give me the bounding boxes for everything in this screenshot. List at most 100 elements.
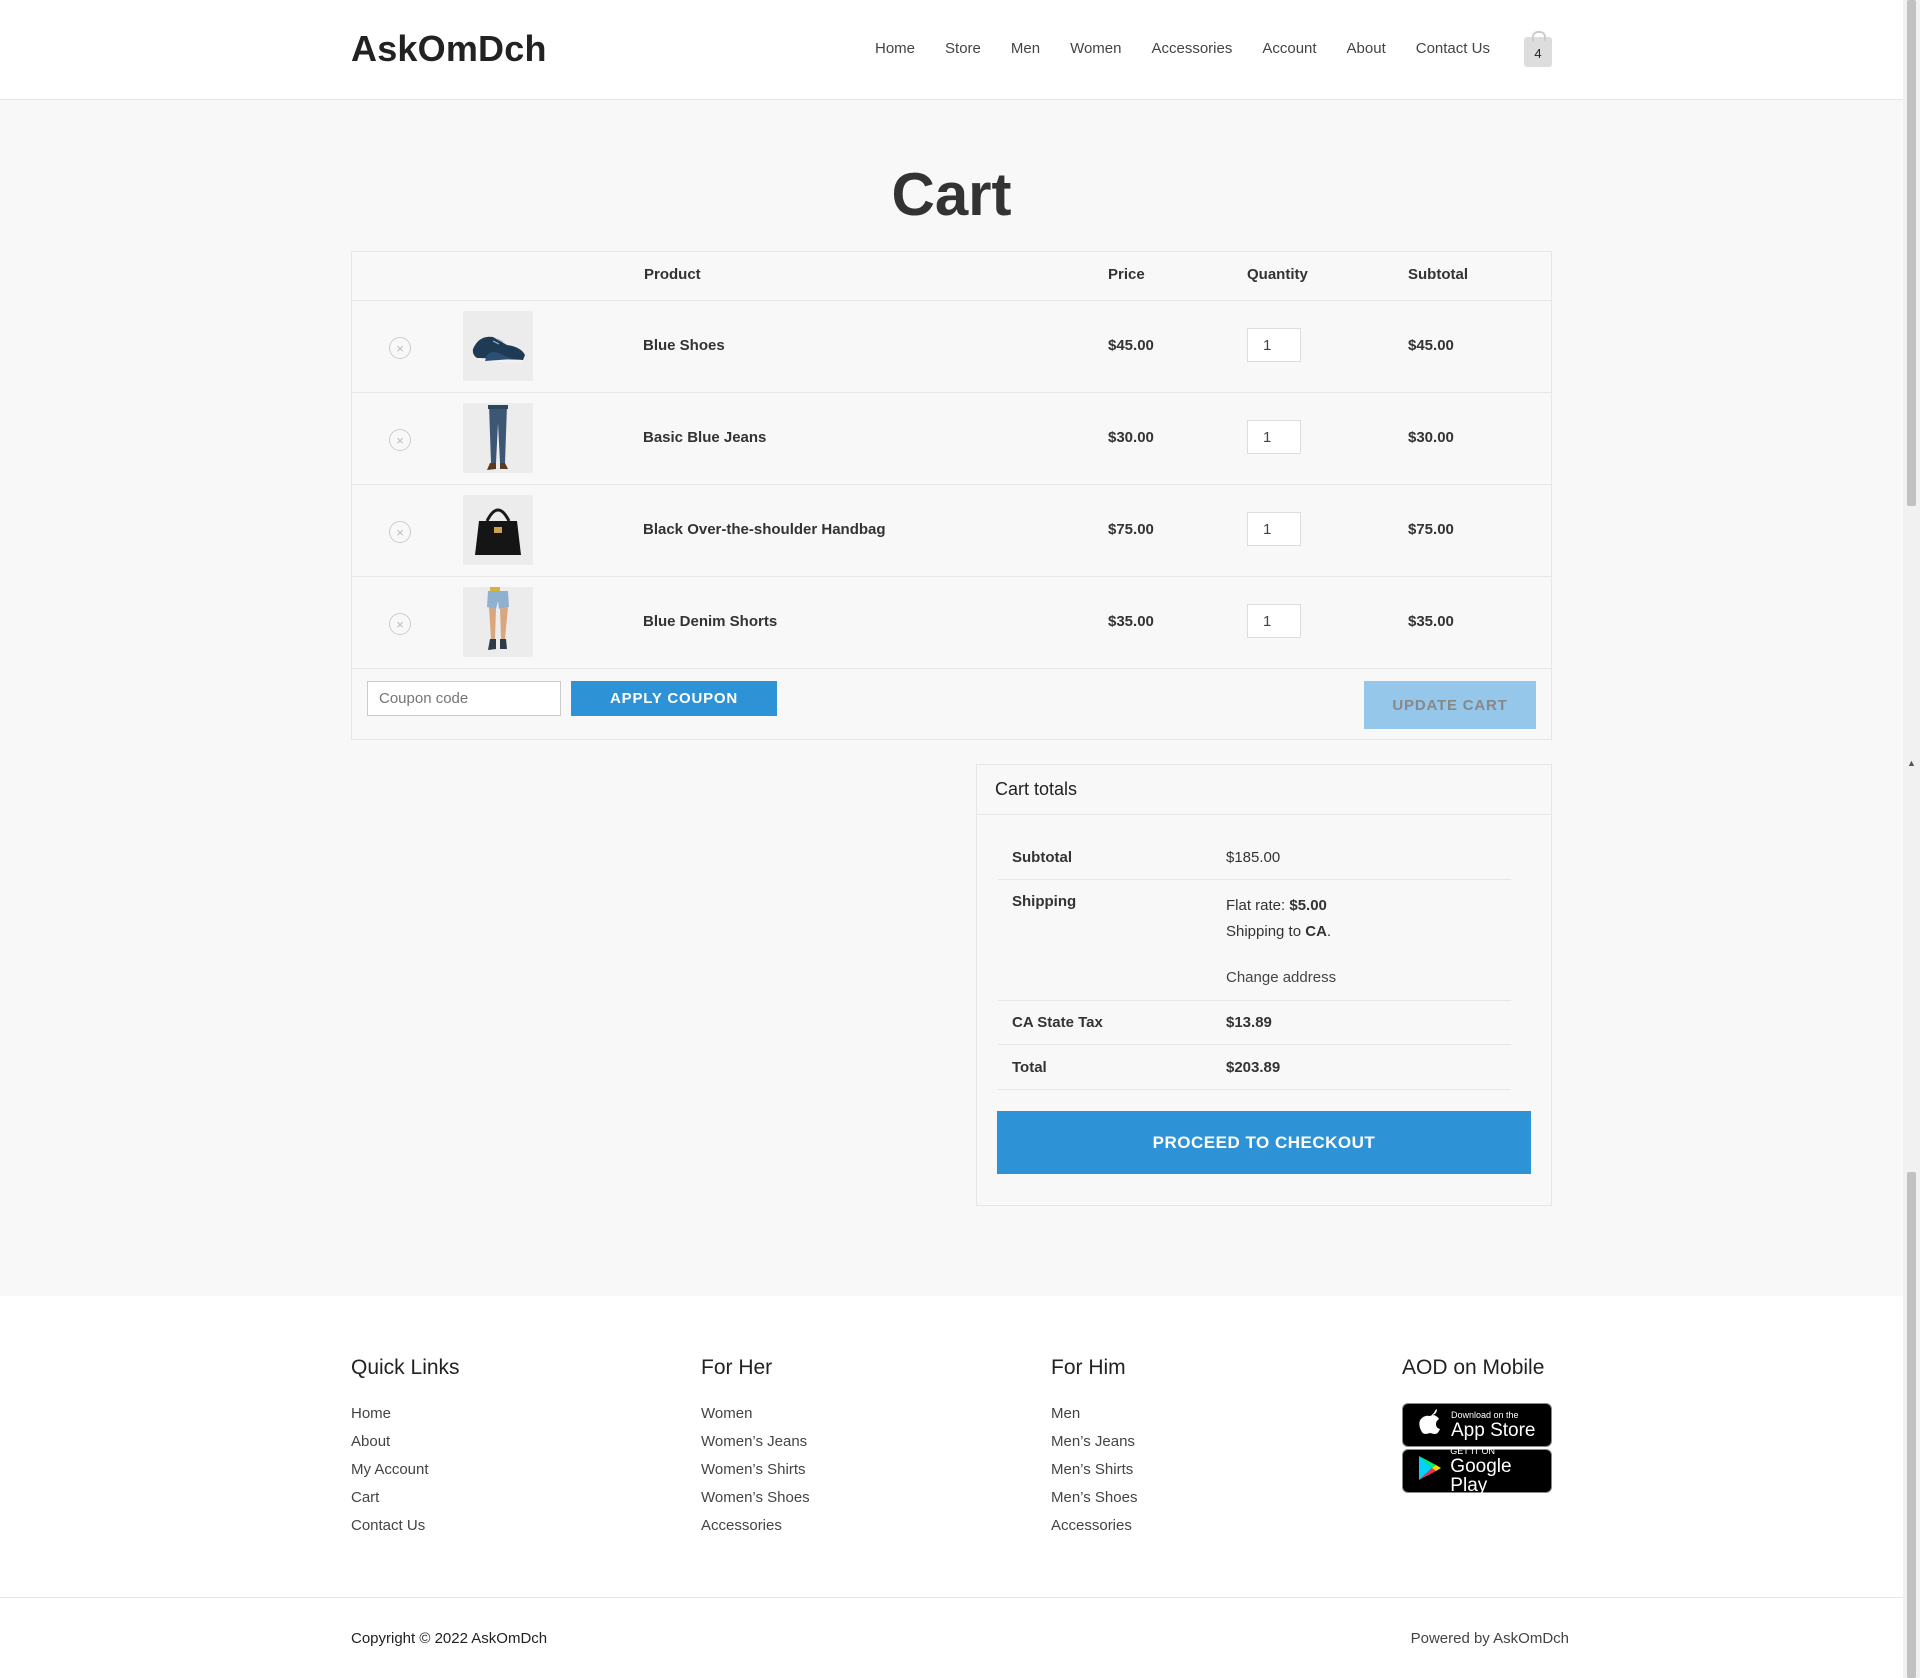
shipping-rate: Flat rate: $5.00 <box>1226 897 1327 914</box>
app-store-badge[interactable]: Download on the App Store <box>1402 1403 1552 1447</box>
footer-link[interactable]: Contact Us <box>351 1516 460 1535</box>
footer-link[interactable]: About <box>351 1432 460 1451</box>
nav-men[interactable]: Men <box>1011 40 1040 57</box>
shipping-rate-value: $5.00 <box>1289 897 1327 914</box>
divider <box>998 1089 1511 1090</box>
scroll-up-icon[interactable]: ▲ <box>1907 758 1916 768</box>
page-scrollbar[interactable]: ▲ <box>1903 0 1920 1678</box>
col-header-quantity: Quantity <box>1247 266 1308 283</box>
app-store-small-text: Download on the <box>1451 1409 1519 1420</box>
copyright-text: Copyright © 2022 AskOmDch <box>351 1630 548 1647</box>
update-cart-button[interactable]: UPDATE CART <box>1364 681 1536 729</box>
table-row: × Basic Blue Jeans $30.00 $30.00 <box>352 392 1551 484</box>
scrollbar-thumb[interactable] <box>1907 0 1916 506</box>
page-title: Cart <box>891 161 1012 228</box>
product-price: $45.00 <box>1108 337 1154 354</box>
product-thumbnail-shoes[interactable] <box>463 311 533 381</box>
remove-item-icon[interactable]: × <box>389 429 411 451</box>
shipping-to-value: CA <box>1305 923 1327 940</box>
change-address-link[interactable]: Change address <box>1226 969 1336 986</box>
quantity-input[interactable] <box>1247 512 1301 546</box>
product-subtotal: $30.00 <box>1408 429 1454 446</box>
table-row: × Blue Denim Shorts $35.00 $35.00 <box>352 576 1551 668</box>
site-footer <box>0 1296 1903 1678</box>
product-price: $30.00 <box>1108 429 1154 446</box>
product-name[interactable]: Black Over-the-shoulder Handbag <box>643 521 886 538</box>
quantity-input[interactable] <box>1247 420 1301 454</box>
powered-by-link[interactable]: Powered by AskOmDch <box>1411 1630 1569 1647</box>
nav-home[interactable]: Home <box>875 40 915 57</box>
tax-value: $13.89 <box>1226 1014 1272 1031</box>
footer-heading: AOD on Mobile <box>1402 1356 1545 1379</box>
footer-for-her: For Her Women Women’s Jeans Women’s Shir… <box>701 1356 810 1544</box>
table-row: × Black Over-the-shoulder Handbag $75.00… <box>352 484 1551 576</box>
remove-item-icon[interactable]: × <box>389 337 411 359</box>
product-name[interactable]: Blue Denim Shorts <box>643 613 777 630</box>
app-store-big-text: App Store <box>1451 1419 1536 1441</box>
nav-about[interactable]: About <box>1347 40 1386 57</box>
footer-link[interactable]: Women’s Jeans <box>701 1432 810 1451</box>
product-subtotal: $45.00 <box>1408 337 1454 354</box>
footer-link[interactable]: Cart <box>351 1488 460 1507</box>
site-logo[interactable]: AskOmDch <box>351 28 547 70</box>
footer-quick-links: Quick Links Home About My Account Cart C… <box>351 1356 460 1544</box>
col-header-price: Price <box>1108 266 1145 283</box>
product-thumbnail-shorts[interactable] <box>463 587 533 657</box>
apply-coupon-button[interactable]: APPLY COUPON <box>571 681 777 716</box>
subtotal-value: $185.00 <box>1226 849 1281 866</box>
footer-divider <box>0 1597 1903 1598</box>
footer-heading: For Her <box>701 1356 773 1379</box>
nav-contact[interactable]: Contact Us <box>1416 40 1490 57</box>
footer-link[interactable]: Men’s Shoes <box>1051 1488 1137 1507</box>
total-value: $203.89 <box>1226 1059 1281 1076</box>
cart-totals-header: Cart totals <box>977 765 1551 815</box>
proceed-to-checkout-button[interactable]: PROCEED TO CHECKOUT <box>997 1111 1531 1174</box>
product-thumbnail-jeans[interactable] <box>463 403 533 473</box>
footer-mobile: AOD on Mobile <box>1402 1356 1544 1404</box>
footer-link[interactable]: Men <box>1051 1404 1137 1423</box>
shipping-destination: Shipping to CA. <box>1226 923 1332 940</box>
remove-item-icon[interactable]: × <box>389 521 411 543</box>
footer-heading: Quick Links <box>351 1356 460 1379</box>
product-subtotal: $75.00 <box>1408 521 1454 538</box>
nav-accessories[interactable]: Accessories <box>1151 40 1232 57</box>
shipping-to-prefix: Shipping to <box>1226 923 1306 940</box>
footer-for-him: For Him Men Men’s Jeans Men’s Shirts Men… <box>1051 1356 1137 1544</box>
footer-link[interactable]: Women’s Shirts <box>701 1460 810 1479</box>
cart-actions: APPLY COUPON UPDATE CART <box>352 668 1551 739</box>
coupon-code-input[interactable] <box>367 681 561 716</box>
product-name[interactable]: Blue Shoes <box>643 337 725 354</box>
quantity-input[interactable] <box>1247 328 1301 362</box>
col-header-subtotal: Subtotal <box>1408 266 1468 283</box>
footer-link[interactable]: Men’s Shirts <box>1051 1460 1137 1479</box>
nav-account[interactable]: Account <box>1262 40 1316 57</box>
cart-totals: Cart totals Subtotal $185.00 Shipping Fl… <box>976 764 1552 1206</box>
product-thumbnail-handbag[interactable] <box>463 495 533 565</box>
google-play-small-text: GET IT ON <box>1450 1446 1495 1456</box>
main-nav: Home Store Men Women Accessories Account… <box>875 40 1520 57</box>
quantity-input[interactable] <box>1247 604 1301 638</box>
subtotal-label: Subtotal <box>1012 849 1072 866</box>
remove-item-icon[interactable]: × <box>389 613 411 635</box>
footer-heading: For Him <box>1051 1356 1126 1379</box>
nav-women[interactable]: Women <box>1070 40 1121 57</box>
scrollbar-thumb-lower[interactable] <box>1907 1172 1916 1678</box>
footer-link[interactable]: My Account <box>351 1460 460 1479</box>
product-name[interactable]: Basic Blue Jeans <box>643 429 766 446</box>
nav-store[interactable]: Store <box>945 40 981 57</box>
google-play-icon <box>1417 1455 1442 1488</box>
divider <box>998 879 1511 880</box>
footer-link[interactable]: Accessories <box>701 1516 810 1535</box>
tax-label: CA State Tax <box>1012 1014 1103 1031</box>
divider <box>998 1044 1511 1045</box>
product-price: $35.00 <box>1108 613 1154 630</box>
footer-link[interactable]: Women’s Shoes <box>701 1488 810 1507</box>
footer-link[interactable]: Accessories <box>1051 1516 1137 1535</box>
footer-link[interactable]: Women <box>701 1404 810 1423</box>
shipping-rate-prefix: Flat rate: <box>1226 897 1290 914</box>
footer-link[interactable]: Men’s Jeans <box>1051 1432 1137 1451</box>
footer-link[interactable]: Home <box>351 1404 460 1423</box>
col-header-product: Product <box>644 266 701 283</box>
cart-icon[interactable]: 4 <box>1524 31 1552 67</box>
google-play-badge[interactable]: GET IT ON Google Play <box>1402 1446 1552 1495</box>
